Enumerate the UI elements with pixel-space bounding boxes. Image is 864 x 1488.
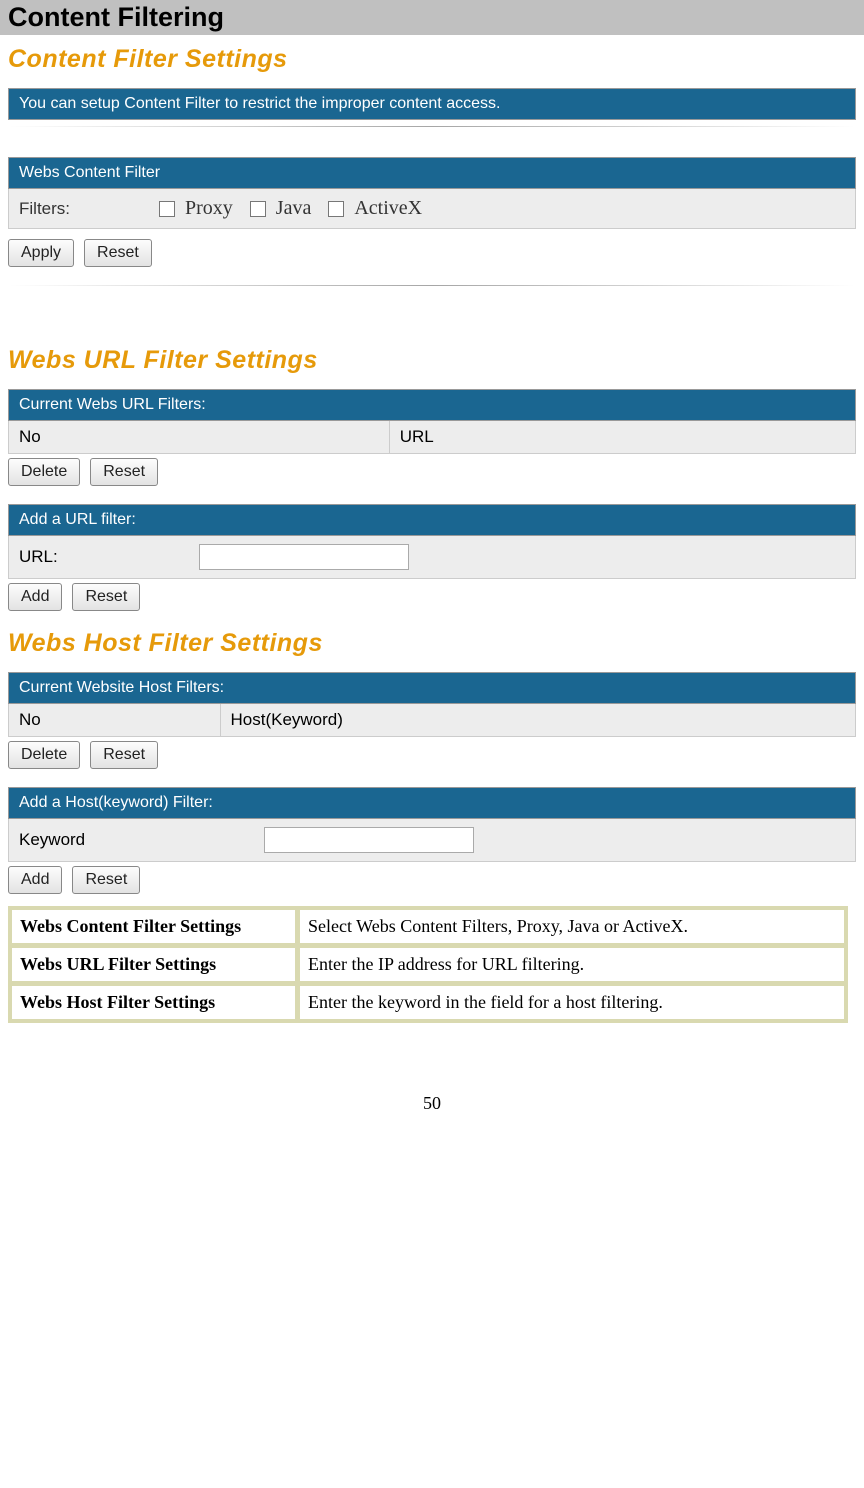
- col-no: No: [9, 421, 390, 453]
- keyword-input-row: Keyword: [8, 819, 856, 862]
- reset-button[interactable]: Reset: [90, 458, 158, 486]
- java-checkbox[interactable]: [250, 201, 266, 217]
- webs-content-filter-header: Webs Content Filter: [8, 157, 856, 189]
- reset-button[interactable]: Reset: [72, 583, 140, 611]
- table-row: Webs Host Filter Settings Enter the keyw…: [11, 985, 845, 1020]
- url-label: URL:: [19, 547, 199, 567]
- col-url: URL: [390, 421, 855, 453]
- add-host-filter-header: Add a Host(keyword) Filter:: [8, 787, 856, 819]
- activex-label: ActiveX: [354, 197, 422, 220]
- filters-label: Filters:: [19, 199, 159, 219]
- proxy-label: Proxy: [185, 197, 233, 220]
- desc-value: Enter the IP address for URL filtering.: [299, 947, 845, 982]
- current-url-filters-header: Current Webs URL Filters:: [8, 389, 856, 421]
- webs-url-filter-settings-title: Webs URL Filter Settings: [8, 346, 856, 375]
- table-row: Webs Content Filter Settings Select Webs…: [11, 909, 845, 944]
- apply-button[interactable]: Apply: [8, 239, 74, 267]
- java-label: Java: [276, 197, 312, 220]
- col-no: No: [9, 704, 221, 736]
- url-table-header: No URL: [8, 421, 856, 454]
- add-url-filter-header: Add a URL filter:: [8, 504, 856, 536]
- add-button[interactable]: Add: [8, 583, 62, 611]
- table-row: Webs URL Filter Settings Enter the IP ad…: [11, 947, 845, 982]
- divider: [8, 285, 856, 286]
- reset-button[interactable]: Reset: [72, 866, 140, 894]
- host-table-header: No Host(Keyword): [8, 704, 856, 737]
- reset-button[interactable]: Reset: [90, 741, 158, 769]
- divider: [8, 126, 856, 127]
- filters-row: Filters: Proxy Java ActiveX: [8, 189, 856, 229]
- url-input-row: URL:: [8, 536, 856, 579]
- desc-key: Webs Host Filter Settings: [11, 985, 296, 1020]
- keyword-label: Keyword: [19, 830, 264, 850]
- col-host: Host(Keyword): [221, 704, 856, 736]
- webs-host-filter-settings-title: Webs Host Filter Settings: [8, 629, 856, 658]
- settings-screenshot: Content Filter Settings You can setup Co…: [8, 45, 856, 894]
- description-table: Webs Content Filter Settings Select Webs…: [8, 906, 848, 1023]
- desc-value: Enter the keyword in the field for a hos…: [299, 985, 845, 1020]
- desc-value: Select Webs Content Filters, Proxy, Java…: [299, 909, 845, 944]
- reset-button[interactable]: Reset: [84, 239, 152, 267]
- proxy-checkbox[interactable]: [159, 201, 175, 217]
- activex-checkbox[interactable]: [328, 201, 344, 217]
- desc-key: Webs URL Filter Settings: [11, 947, 296, 982]
- page-heading: Content Filtering: [0, 0, 864, 35]
- delete-button[interactable]: Delete: [8, 741, 80, 769]
- content-filter-settings-title: Content Filter Settings: [8, 45, 856, 74]
- current-host-filters-header: Current Website Host Filters:: [8, 672, 856, 704]
- keyword-input[interactable]: [264, 827, 474, 853]
- desc-key: Webs Content Filter Settings: [11, 909, 296, 944]
- url-input[interactable]: [199, 544, 409, 570]
- page-number: 50: [0, 1093, 864, 1114]
- delete-button[interactable]: Delete: [8, 458, 80, 486]
- add-button[interactable]: Add: [8, 866, 62, 894]
- content-filter-desc-bar: You can setup Content Filter to restrict…: [8, 88, 856, 120]
